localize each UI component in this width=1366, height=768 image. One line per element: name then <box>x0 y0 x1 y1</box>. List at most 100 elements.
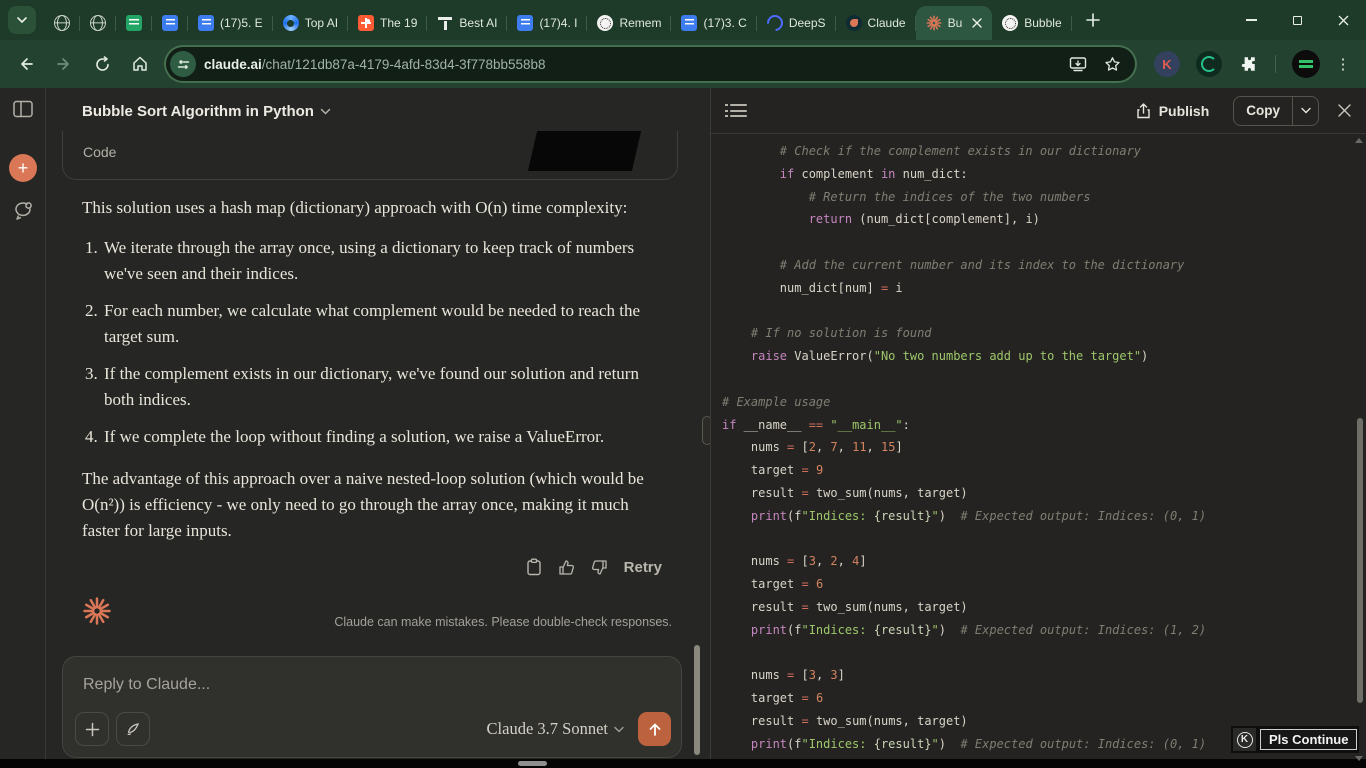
tab-label: The 19 <box>380 16 417 30</box>
url-text[interactable]: claude.ai/chat/121db87a-4179-4afd-83d4-3… <box>204 57 1057 72</box>
copy-message-button[interactable] <box>526 558 542 576</box>
url-bar[interactable]: claude.ai/chat/121db87a-4179-4afd-83d4-3… <box>166 47 1135 81</box>
publish-button[interactable]: Publish <box>1130 102 1216 120</box>
style-button[interactable] <box>116 712 150 746</box>
browser-tab[interactable]: (17)3. C <box>671 6 756 40</box>
browser-tab[interactable]: Remem <box>587 6 671 40</box>
remem-icon <box>597 15 613 31</box>
profile-avatar[interactable] <box>1292 50 1320 78</box>
conversation-title[interactable]: Bubble Sort Algorithm in Python <box>82 103 331 120</box>
sidebar-toggle-icon <box>13 100 33 118</box>
composer[interactable]: Reply to Claude... Claude 3.7 Sonnet <box>62 656 682 758</box>
artifact-scrollbar-thumb[interactable] <box>1357 418 1363 703</box>
sidebar-toggle-button[interactable] <box>13 100 33 123</box>
k-extension-avatar[interactable]: K <box>1154 51 1180 77</box>
artifact-panel: Publish Copy # Check if the complement e… <box>710 88 1366 768</box>
thumbs-down-icon <box>591 559 608 576</box>
claude-app: + Bubble Sort Algorithm in Python Code T… <box>0 88 1366 768</box>
browser-tab[interactable]: Claude <box>836 6 916 40</box>
tune-icon <box>177 58 190 71</box>
browser-tab[interactable]: Top AI <box>273 6 348 40</box>
composer-placeholder[interactable]: Reply to Claude... <box>83 676 210 694</box>
horizontal-scrollbar-thumb[interactable] <box>518 761 547 766</box>
browser-tab[interactable]: The 19 <box>348 6 427 40</box>
browser-tab[interactable]: Best AI <box>427 6 507 40</box>
artifact-scrollbar-up-arrow[interactable] <box>1355 138 1363 143</box>
arrow-up-icon <box>648 722 662 737</box>
tab-label: DeepS <box>789 16 826 30</box>
model-label: Claude 3.7 Sonnet <box>487 719 608 739</box>
browser-tab[interactable] <box>44 6 80 40</box>
artifact-scrollbar-down-arrow[interactable] <box>1355 756 1363 761</box>
browser-menu-button[interactable]: ⋮ <box>1330 55 1356 73</box>
copy-label[interactable]: Copy <box>1234 97 1292 125</box>
code-line: result = two_sum(nums, target) <box>722 482 1352 505</box>
code-line <box>722 642 1352 665</box>
browser-tab-active[interactable]: Bu <box>916 6 993 40</box>
tab-close-button[interactable] <box>972 18 982 28</box>
send-to-device-icon <box>1069 56 1087 72</box>
copy-dropdown-button[interactable] <box>1292 97 1318 125</box>
browser-tab[interactable] <box>116 6 152 40</box>
docs-icon <box>681 15 697 31</box>
tab-label: (17)4. I <box>539 16 577 30</box>
chats-nav-button[interactable] <box>12 200 34 227</box>
browser-tab[interactable]: (17)5. E <box>188 6 273 40</box>
url-path: /chat/121db87a-4179-4afd-83d4-3f778bb558… <box>262 57 546 72</box>
close-window-button[interactable] <box>1320 0 1366 40</box>
minimize-button[interactable] <box>1228 0 1274 40</box>
code-line: nums = [3, 2, 4] <box>722 550 1352 573</box>
artifact-card[interactable]: Code <box>62 131 678 180</box>
minimize-icon <box>1246 19 1257 21</box>
code-line: # Check if the complement exists in our … <box>722 140 1352 163</box>
restore-button[interactable] <box>1274 0 1320 40</box>
app-sidebar: + <box>0 88 46 768</box>
bookmark-button[interactable] <box>1099 56 1125 73</box>
code-line: if __name__ == "__main__": <box>722 414 1352 437</box>
new-chat-button[interactable]: + <box>9 154 37 182</box>
thumbs-down-button[interactable] <box>591 559 608 576</box>
tab-label: Remem <box>619 16 661 30</box>
copy-code-button[interactable]: Copy <box>1233 96 1319 126</box>
chevron-down-icon <box>16 14 28 26</box>
attach-button[interactable] <box>75 712 109 746</box>
forward-button[interactable] <box>48 48 80 80</box>
thumbs-up-icon <box>558 559 575 576</box>
code-line: # If no solution is found <box>722 322 1352 345</box>
puzzle-icon <box>1239 55 1257 73</box>
close-artifact-button[interactable] <box>1337 103 1352 118</box>
artifact-card-label: Code <box>83 144 116 160</box>
bubble-icon <box>1002 15 1018 31</box>
code-block: # Check if the complement exists in our … <box>722 140 1352 756</box>
code-line: nums = [2, 7, 11, 15] <box>722 436 1352 459</box>
new-tab-button[interactable] <box>1080 7 1106 33</box>
claude-star-icon <box>926 15 942 31</box>
send-button[interactable] <box>638 712 671 746</box>
code-line: result = two_sum(nums, target) <box>722 596 1352 619</box>
home-button[interactable] <box>124 48 156 80</box>
code-line: return (num_dict[complement], i) <box>722 208 1352 231</box>
browser-tab[interactable]: DeepS <box>757 6 836 40</box>
browser-tab[interactable]: Bubble <box>992 6 1071 40</box>
site-permissions-icon[interactable] <box>170 51 196 77</box>
docs-icon <box>162 15 178 31</box>
reload-button[interactable] <box>86 48 118 80</box>
browser-tab[interactable]: (17)4. I <box>507 6 587 40</box>
the19-icon <box>358 15 374 31</box>
artifact-list-button[interactable] <box>730 104 747 117</box>
close-icon <box>1337 103 1352 118</box>
browser-tab[interactable] <box>152 6 188 40</box>
browser-tab[interactable] <box>80 6 116 40</box>
k-badge: K <box>1233 728 1256 751</box>
list-item: We iterate through the array once, using… <box>102 235 657 287</box>
send-to-device-button[interactable] <box>1065 56 1091 72</box>
tab-search-button[interactable] <box>8 6 36 34</box>
thumbs-up-button[interactable] <box>558 559 575 576</box>
chat-scrollbar-thumb[interactable] <box>694 645 700 755</box>
retry-button[interactable]: Retry <box>624 559 662 576</box>
back-button[interactable] <box>10 48 42 80</box>
model-selector[interactable]: Claude 3.7 Sonnet <box>487 719 624 739</box>
code-line: num_dict[num] = i <box>722 277 1352 300</box>
extensions-button[interactable] <box>1233 55 1263 73</box>
grammar-extension-icon[interactable] <box>1196 51 1222 77</box>
